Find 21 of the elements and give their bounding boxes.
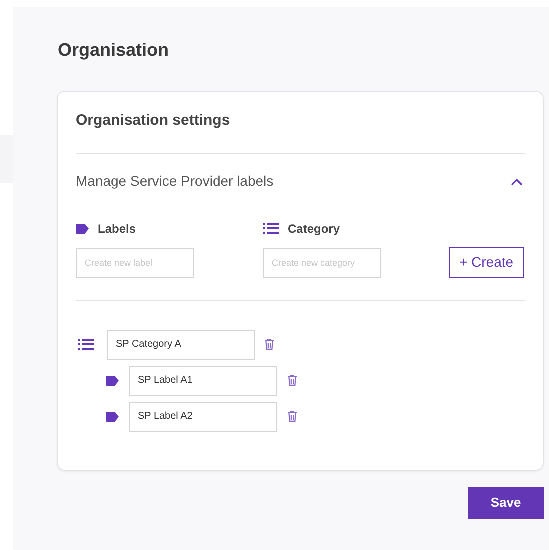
tag-icon — [76, 224, 89, 234]
tag-icon — [106, 412, 119, 422]
card-title: Organisation settings — [76, 112, 232, 130]
category-name-field[interactable]: SP Category A — [107, 330, 255, 360]
page-title: Organisation — [58, 40, 170, 62]
section-title: Manage Service Provider labels — [76, 172, 274, 191]
field-heading: Category — [288, 220, 340, 238]
save-button[interactable]: Save — [468, 486, 544, 519]
tag-icon — [106, 376, 119, 386]
label-input[interactable]: Create new label — [76, 248, 194, 278]
delete-button[interactable] — [288, 411, 297, 422]
list-icon — [263, 223, 279, 234]
category-input[interactable]: Create new category — [263, 248, 381, 278]
label-name-field[interactable]: SP Label A2 — [129, 402, 277, 432]
delete-button[interactable] — [288, 375, 297, 386]
field-heading: Labels — [98, 220, 136, 238]
create-button[interactable]: + Create — [449, 246, 524, 278]
list-icon — [78, 339, 94, 350]
label-name-field[interactable]: SP Label A1 — [129, 366, 277, 396]
collapse-button[interactable] — [509, 178, 525, 186]
delete-button[interactable] — [265, 339, 274, 350]
